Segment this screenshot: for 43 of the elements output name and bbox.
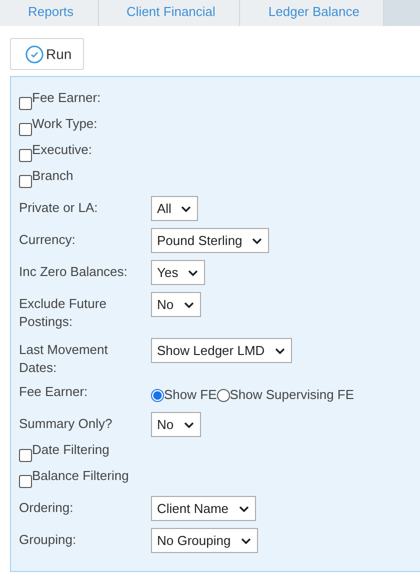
- check-circle-icon: [25, 44, 44, 64]
- radio-button[interactable]: [151, 388, 164, 402]
- chevron-down-icon: [184, 422, 194, 428]
- chevron-down-icon: [274, 348, 285, 354]
- field-label: Exclude Future Postings:: [19, 295, 108, 331]
- checkbox-label: Date Filtering: [32, 443, 110, 457]
- checkbox-label: Fee Earner:: [32, 91, 101, 105]
- radio-button[interactable]: [216, 388, 230, 402]
- checkbox[interactable]: [19, 149, 32, 162]
- field-label: Currency:: [19, 231, 76, 249]
- field-label: Private or LA:: [19, 199, 99, 217]
- checkbox-label: Balance Filtering: [32, 469, 129, 483]
- chevron-down-icon: [184, 302, 194, 308]
- checkbox[interactable]: [19, 475, 32, 488]
- chevron-down-icon: [240, 538, 251, 544]
- field-label: Ordering:: [19, 499, 74, 517]
- dropdown[interactable]: All: [151, 196, 198, 221]
- chevron-down-icon: [181, 206, 192, 212]
- field-label: Grouping:: [19, 531, 78, 549]
- chevron-down-icon: [188, 270, 198, 276]
- checkbox[interactable]: [19, 97, 32, 110]
- run-button[interactable]: Run: [10, 38, 84, 70]
- checkbox[interactable]: [19, 123, 32, 136]
- dropdown[interactable]: Show Ledger LMD: [151, 338, 292, 363]
- dropdown[interactable]: Yes: [151, 260, 206, 285]
- field-label: Last Movement Dates:: [19, 341, 109, 377]
- dropdown[interactable]: No: [151, 292, 201, 317]
- checkbox-label: Branch: [32, 169, 74, 183]
- dropdown[interactable]: Client Name: [151, 496, 256, 521]
- radio-label: Show FE: [164, 387, 217, 403]
- checkbox-label: Work Type:: [32, 117, 98, 131]
- dropdown[interactable]: No Grouping: [151, 528, 258, 553]
- dropdown[interactable]: Pound Sterling: [151, 228, 270, 253]
- chevron-down-icon: [238, 506, 249, 512]
- checkbox[interactable]: [19, 449, 32, 462]
- chevron-down-icon: [252, 238, 262, 244]
- checkbox-label: Executive:: [32, 143, 92, 157]
- field-label: Summary Only?: [19, 415, 114, 433]
- checkbox[interactable]: [19, 175, 32, 188]
- field-label: Fee Earner:: [19, 383, 89, 401]
- dropdown[interactable]: No: [151, 412, 201, 437]
- radio-label: Show Supervising FE: [230, 387, 354, 403]
- field-label: Inc Zero Balances:: [19, 263, 128, 281]
